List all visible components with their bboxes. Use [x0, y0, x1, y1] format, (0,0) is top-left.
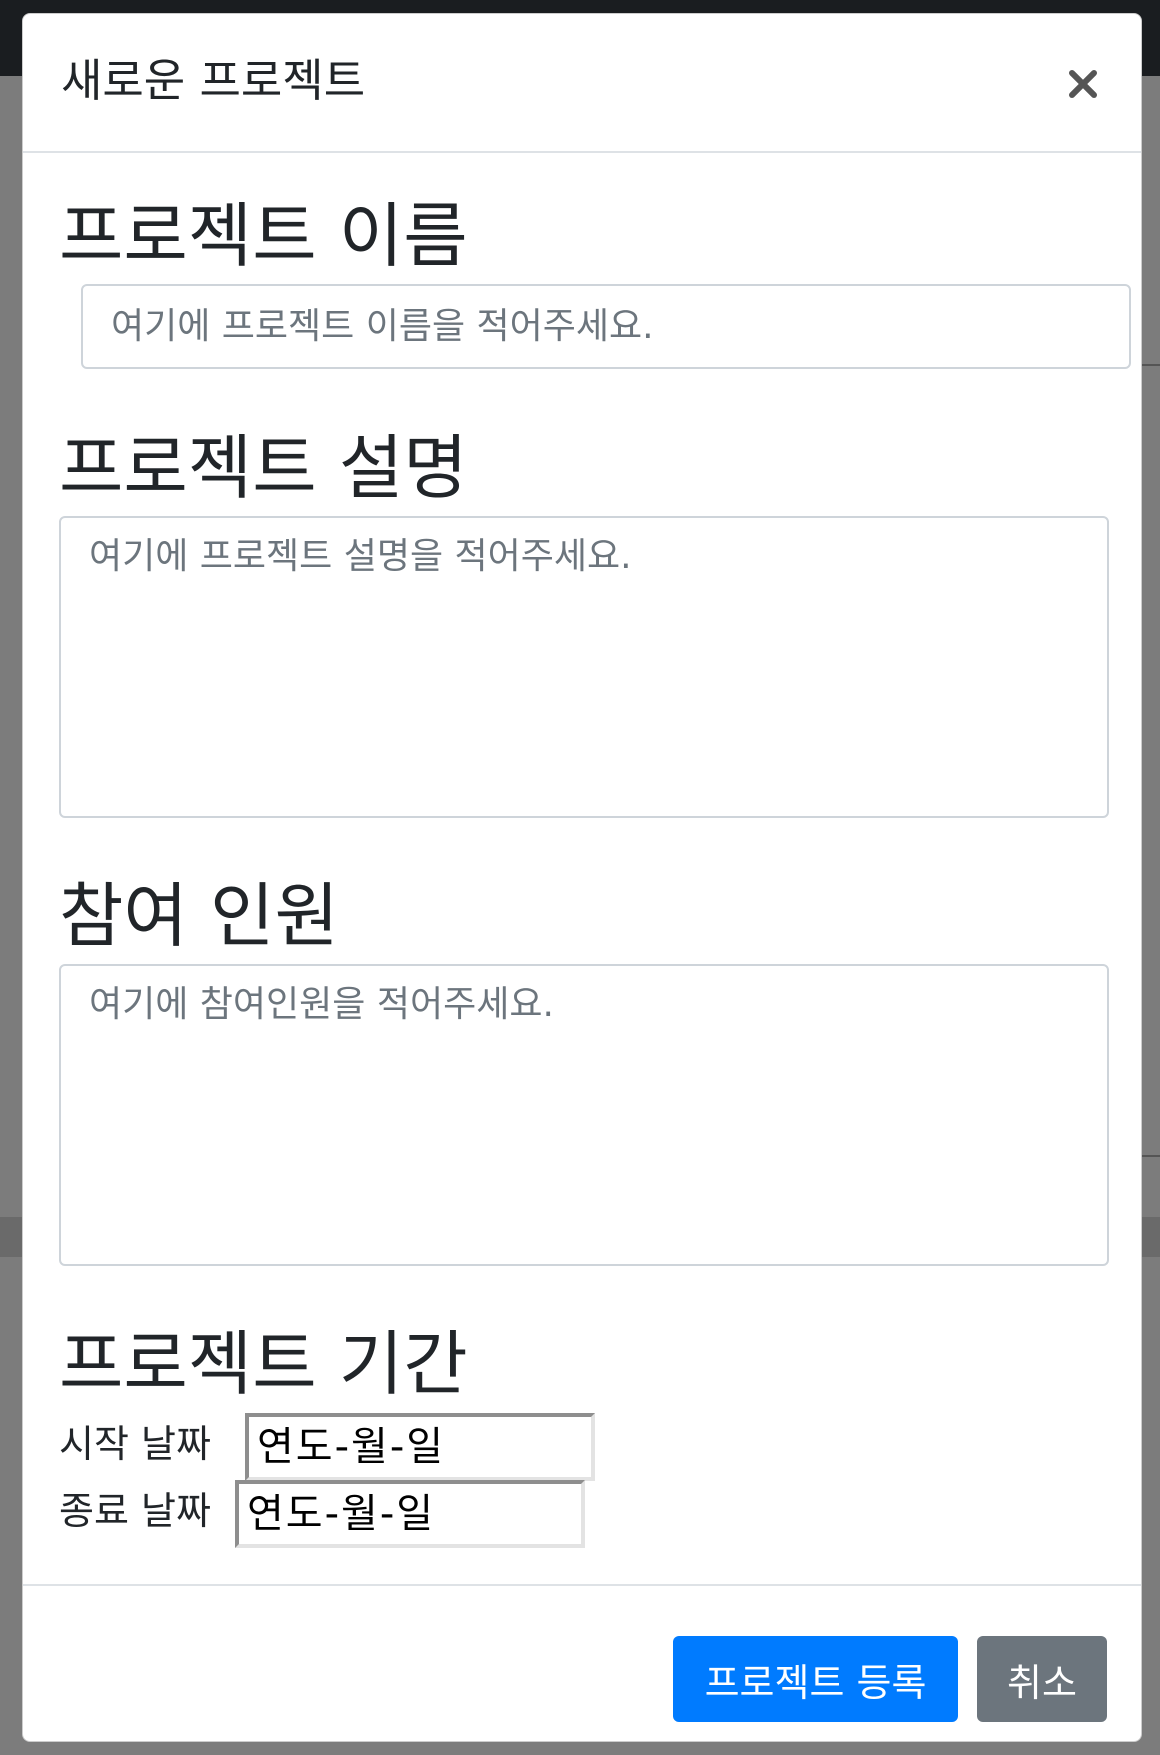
- project-name-input[interactable]: [81, 284, 1131, 369]
- background-divider: [1142, 1155, 1160, 1157]
- modal-header: 새로운 프로젝트: [23, 14, 1141, 153]
- modal-title: 새로운 프로젝트: [61, 54, 366, 107]
- start-date-label: 시작 날짜: [59, 1422, 211, 1466]
- participants-textarea[interactable]: [59, 964, 1109, 1266]
- modal-footer: 프로젝트 등록 취소: [23, 1584, 1141, 1743]
- start-date-input[interactable]: 연도-월-일: [245, 1413, 595, 1481]
- project-name-heading: 프로젝트 이름: [59, 195, 468, 277]
- register-project-button[interactable]: 프로젝트 등록: [673, 1636, 958, 1722]
- end-date-input[interactable]: 연도-월-일: [235, 1480, 585, 1548]
- new-project-modal: 새로운 프로젝트 프로젝트 이름 프로젝트 설명 참여 인원 프로젝트 기간 시…: [22, 13, 1142, 1742]
- close-button[interactable]: [1061, 62, 1105, 106]
- background-divider: [1142, 364, 1160, 366]
- project-period-heading: 프로젝트 기간: [59, 1323, 468, 1405]
- cancel-button[interactable]: 취소: [977, 1636, 1107, 1722]
- end-date-label: 종료 날짜: [59, 1489, 211, 1533]
- close-icon: [1069, 70, 1097, 98]
- project-description-heading: 프로젝트 설명: [59, 427, 468, 509]
- participants-heading: 참여 인원: [59, 875, 339, 957]
- project-description-textarea[interactable]: [59, 516, 1109, 818]
